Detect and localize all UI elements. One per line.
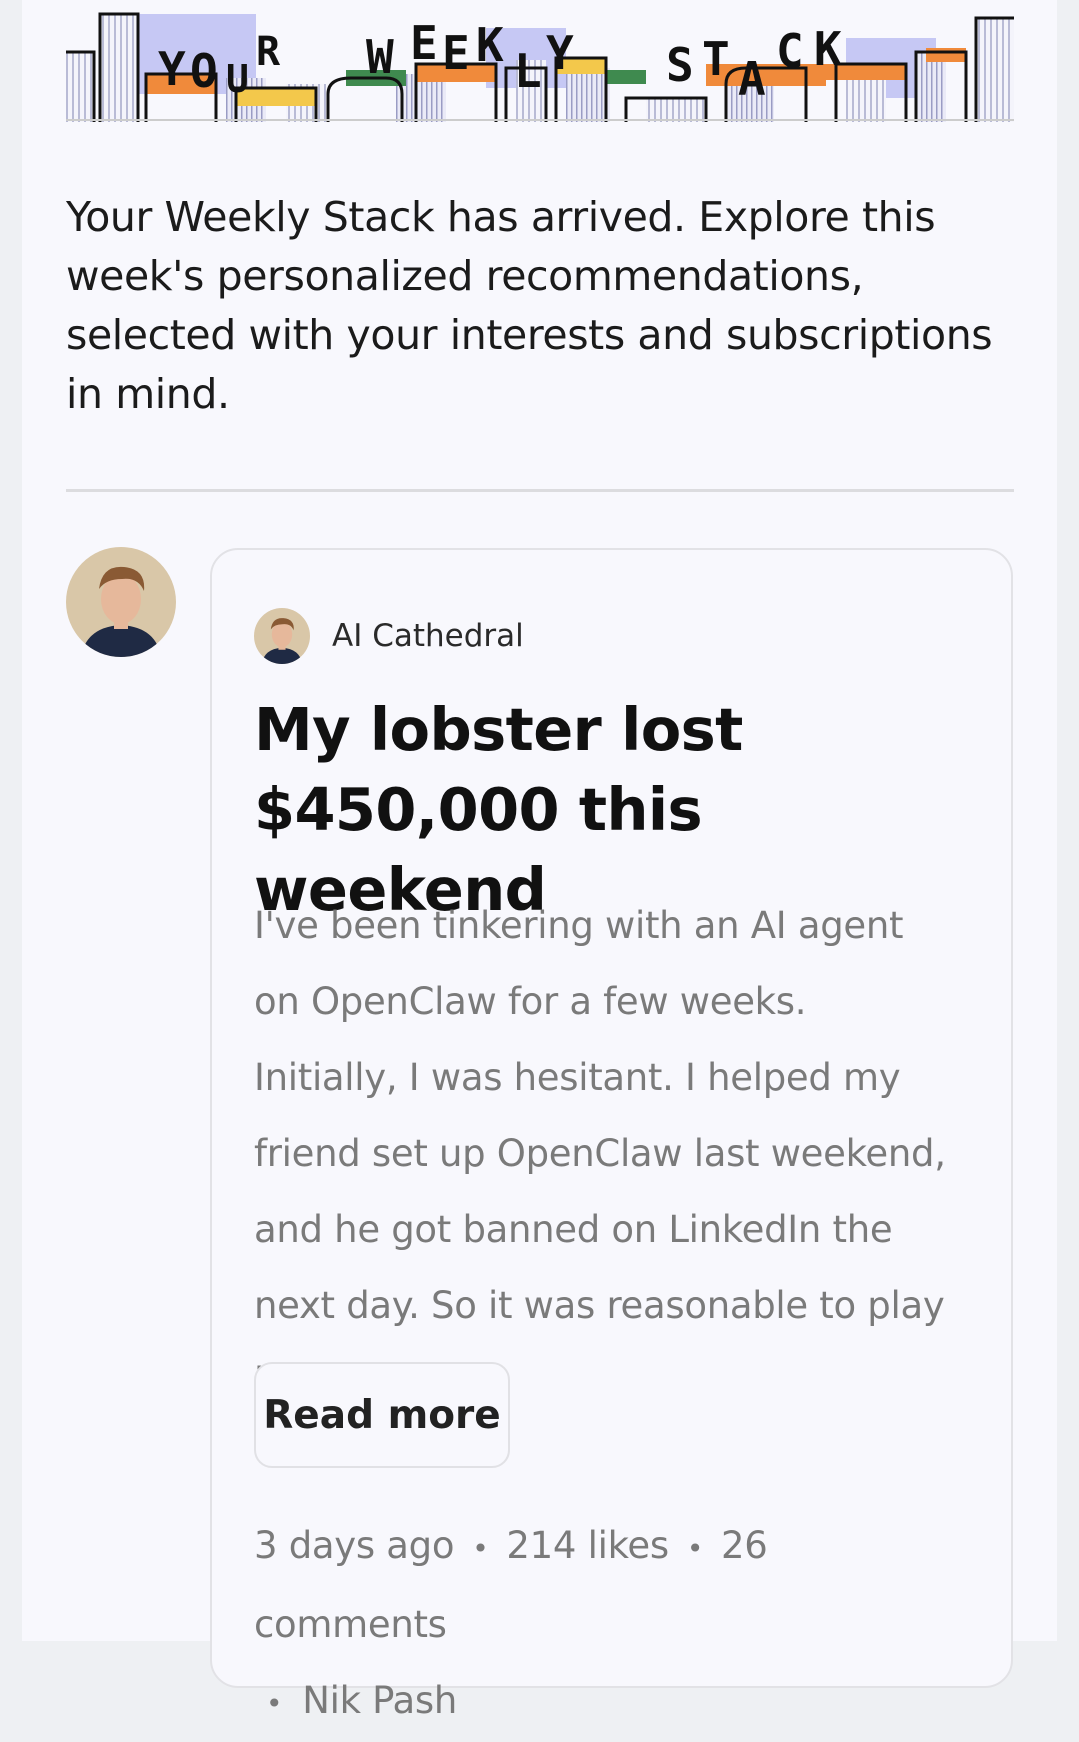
publication-row[interactable]: AI Cathedral [254,608,524,664]
banner-letter: Y [158,42,186,96]
banner-letter: R [256,29,281,75]
divider [66,489,1014,492]
publication-name[interactable]: AI Cathedral [332,618,524,654]
author-avatar[interactable] [66,547,176,657]
banner-letter: U [226,57,249,101]
banner-letter: C [776,24,804,78]
weekly-stack-banner: Y O U R W E E K L Y S T A C K [66,8,1014,122]
separator-dot: • [686,1532,704,1565]
banner-letter: T [702,32,730,86]
banner-letter: Y [546,26,574,80]
post-meta: 3 days ago • 214 likes • 26 comments • Nik Pas… [254,1508,954,1742]
banner-letter: W [366,30,394,84]
read-more-button[interactable]: Read more [254,1362,510,1468]
banner-letter: K [814,22,842,76]
email-page: Y O U R W E E K L Y S T A C K Your Weekl… [22,0,1057,1722]
banner-letter: S [666,38,694,92]
banner-letter: O [190,44,218,98]
publication-avatar[interactable] [254,608,310,664]
post-card[interactable]: AI Cathedral My lobster lost $450,000 th… [210,548,1013,1722]
banner-letter: L [514,44,542,98]
banner-letter: A [738,52,766,106]
banner-letter: E [442,26,470,80]
post-author[interactable]: Nik Pash [302,1679,457,1722]
banner-letter: E [410,16,438,70]
post-time: 3 days ago [254,1524,455,1567]
like-count: 214 likes [506,1524,669,1567]
banner-letter: K [476,18,504,72]
post-excerpt: I've been tinkering with an AI agent on … [254,904,946,1403]
separator-dot: • [472,1532,489,1565]
intro-text: Your Weekly Stack has arrived. Explore t… [66,193,993,418]
banner-title: Y O U R W E E K L Y S T A C K [66,8,1014,122]
separator-dot: • [266,1687,283,1720]
